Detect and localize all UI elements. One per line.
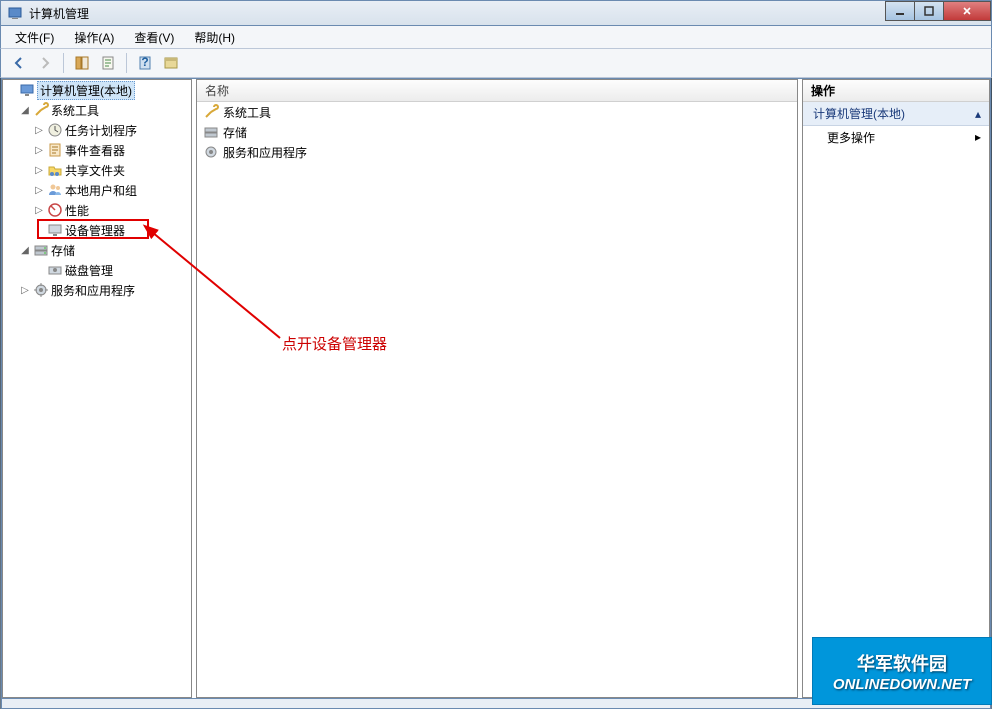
list-label: 系统工具 (223, 104, 271, 121)
tree-performance[interactable]: ▷ 性能 (31, 200, 191, 220)
expand-icon[interactable]: ▷ (33, 204, 45, 216)
tree-label: 存储 (51, 242, 75, 259)
tools-icon (33, 102, 49, 118)
tree-label: 任务计划程序 (65, 122, 137, 139)
computer-icon (19, 82, 35, 98)
navigation-tree[interactable]: 计算机管理(本地) ◢ 系统工具 ▷ 任务计划程序 ▷ 事件查看器 (2, 79, 192, 698)
tree-label: 磁盘管理 (65, 262, 113, 279)
menu-file[interactable]: 文件(F) (7, 27, 62, 48)
menu-help[interactable]: 帮助(H) (186, 27, 243, 48)
refresh-button[interactable] (159, 51, 183, 75)
chevron-right-icon: ▸ (975, 130, 981, 144)
tree-local-users[interactable]: ▷ 本地用户和组 (31, 180, 191, 200)
actions-section-label: 计算机管理(本地) (813, 105, 905, 122)
expand-icon[interactable]: ▷ (33, 184, 45, 196)
watermark: 华军软件园 ONLINEDOWN.NET (812, 637, 992, 705)
maximize-button[interactable] (914, 1, 944, 21)
users-icon (47, 182, 63, 198)
toolbar-separator (126, 53, 127, 73)
tree-shared-folders[interactable]: ▷ 共享文件夹 (31, 160, 191, 180)
column-header-name[interactable]: 名称 (197, 80, 797, 102)
expand-icon[interactable]: ▷ (19, 284, 31, 296)
menu-action[interactable]: 操作(A) (66, 27, 122, 48)
tree-disk-management[interactable]: 磁盘管理 (31, 260, 191, 280)
event-icon (47, 142, 63, 158)
expand-icon[interactable]: ▷ (33, 164, 45, 176)
tree-storage[interactable]: ◢ 存储 (17, 240, 191, 260)
tree-label: 服务和应用程序 (51, 282, 135, 299)
expand-icon[interactable]: ▷ (33, 144, 45, 156)
watermark-line2: ONLINEDOWN.NET (833, 676, 971, 693)
services-icon (203, 144, 219, 160)
list-item[interactable]: 服务和应用程序 (197, 142, 797, 162)
forward-button[interactable] (33, 51, 57, 75)
tree-label: 计算机管理(本地) (37, 81, 135, 100)
show-hide-tree-button[interactable] (70, 51, 94, 75)
list-label: 存储 (223, 124, 247, 141)
tree-services-apps[interactable]: ▷ 服务和应用程序 (17, 280, 191, 300)
watermark-line1: 华军软件园 (857, 650, 947, 676)
tools-icon (203, 104, 219, 120)
toolbar-separator (63, 53, 64, 73)
tree-label: 事件查看器 (65, 142, 125, 159)
actions-section[interactable]: 计算机管理(本地) ▴ (803, 102, 989, 126)
menu-view[interactable]: 查看(V) (126, 27, 182, 48)
help-button[interactable]: ? (133, 51, 157, 75)
storage-icon (33, 242, 49, 258)
collapse-icon[interactable]: ◢ (19, 244, 31, 256)
titlebar: 计算机管理 (0, 0, 992, 26)
list-label: 服务和应用程序 (223, 144, 307, 161)
minimize-button[interactable] (885, 1, 915, 21)
annotation-highlight (37, 219, 149, 239)
performance-icon (47, 202, 63, 218)
actions-pane: 操作 计算机管理(本地) ▴ 更多操作 ▸ (802, 79, 990, 698)
tree-system-tools[interactable]: ◢ 系统工具 (17, 100, 191, 120)
content-list[interactable]: 名称 系统工具 存储 服务和应用程序 (196, 79, 798, 698)
svg-text:?: ? (141, 55, 148, 69)
expand-icon[interactable]: ▷ (33, 124, 45, 136)
disk-icon (47, 262, 63, 278)
tree-task-scheduler[interactable]: ▷ 任务计划程序 (31, 120, 191, 140)
tree-label: 本地用户和组 (65, 182, 137, 199)
collapse-icon[interactable] (5, 84, 17, 96)
app-icon (7, 5, 23, 21)
actions-header: 操作 (803, 80, 989, 102)
storage-icon (203, 124, 219, 140)
clock-icon (47, 122, 63, 138)
actions-more[interactable]: 更多操作 ▸ (803, 126, 989, 148)
window-title: 计算机管理 (29, 5, 89, 22)
toolbar: ? (0, 48, 992, 78)
annotation-text: 点开设备管理器 (282, 333, 387, 354)
list-item[interactable]: 系统工具 (197, 102, 797, 122)
services-icon (33, 282, 49, 298)
tree-root[interactable]: 计算机管理(本地) (3, 80, 191, 100)
actions-more-label: 更多操作 (827, 129, 875, 146)
shared-folder-icon (47, 162, 63, 178)
tree-label: 共享文件夹 (65, 162, 125, 179)
close-button[interactable] (943, 1, 991, 21)
tree-event-viewer[interactable]: ▷ 事件查看器 (31, 140, 191, 160)
list-item[interactable]: 存储 (197, 122, 797, 142)
properties-button[interactable] (96, 51, 120, 75)
tree-label: 系统工具 (51, 102, 99, 119)
collapse-icon[interactable]: ▴ (975, 107, 981, 121)
collapse-icon[interactable]: ◢ (19, 104, 31, 116)
blank-icon (33, 264, 45, 276)
back-button[interactable] (7, 51, 31, 75)
menubar: 文件(F) 操作(A) 查看(V) 帮助(H) (0, 26, 992, 48)
tree-label: 性能 (65, 202, 89, 219)
